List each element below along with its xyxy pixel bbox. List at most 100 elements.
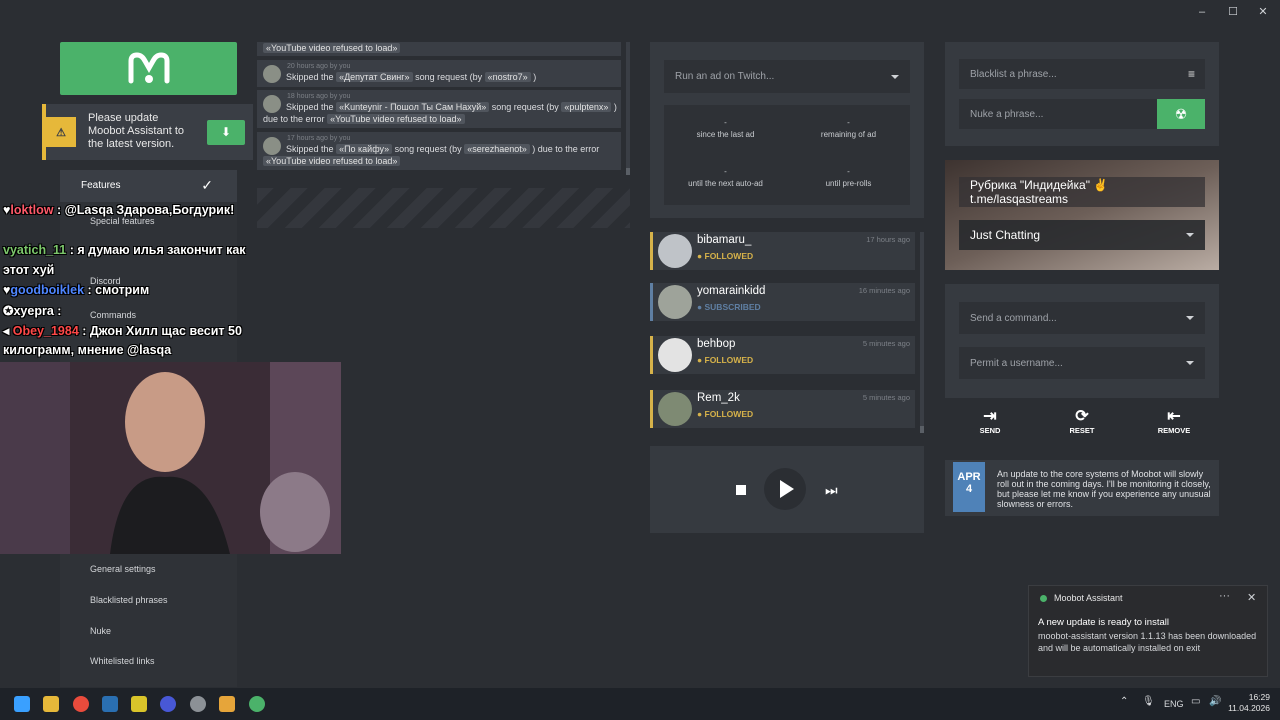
list-item: «YouTube video refused to load» [257, 42, 621, 56]
file-explorer-icon[interactable] [43, 696, 59, 712]
chevron-up-icon[interactable]: ⌃ [1120, 696, 1128, 707]
sign-out-icon: ⇤ [1167, 408, 1181, 425]
sidebar-item-special-features[interactable]: Special features [90, 216, 155, 226]
send-command-select[interactable]: Send a command... [959, 302, 1205, 334]
song-request-log: «YouTube video refused to load» 20 hours… [257, 42, 630, 175]
phrase-panel: Blacklist a phrase... ≡ Nuke a phrase...… [945, 42, 1219, 146]
avatar [263, 137, 281, 155]
close-window-button[interactable]: ✕ [1252, 4, 1274, 20]
list-item: 20 hours ago by you Skipped the «Депутат… [257, 60, 621, 87]
chat-username: goodboiklek [10, 283, 85, 297]
network-icon[interactable]: ▭ [1191, 696, 1200, 707]
language-indicator[interactable]: ENG [1164, 699, 1184, 709]
play-button[interactable] [764, 468, 806, 510]
event-username: yomarainkidd [697, 285, 766, 297]
update-notice: ⚠ Please update Moobot Assistant to the … [42, 104, 253, 160]
event-item[interactable]: behbop ● FOLLOWED 5 minutes ago [650, 336, 915, 374]
menu-icon[interactable]: ≡ [1188, 67, 1195, 81]
sidebar-item-nuke[interactable]: Nuke [90, 626, 111, 636]
chevron-down-icon [891, 74, 899, 79]
skip-icon[interactable]: ⏭ [825, 482, 838, 499]
chat-line: этот хуй [3, 263, 54, 277]
download-update-button[interactable]: ⬇ [207, 120, 245, 145]
chat-message: : @Lasqa Здарова,Богдурик! [53, 203, 235, 217]
clock-time: 16:29 [1248, 692, 1270, 702]
microphone-icon[interactable]: 🎙 [1142, 696, 1155, 707]
song-log-text: Skipped the «Kunteynir - Пошол Ты Сам На… [286, 102, 617, 112]
minimize-button[interactable]: – [1191, 4, 1213, 20]
sidebar-item-blacklisted-phrases[interactable]: Blacklisted phrases [90, 595, 168, 605]
remove-button[interactable]: ⇤ REMOVE [1149, 408, 1199, 435]
event-status: ● FOLLOWED [697, 251, 754, 261]
run-ad-placeholder: Run an ad on Twitch... [675, 71, 775, 82]
song-log-time: 20 hours ago by you [287, 63, 351, 70]
avatar [263, 95, 281, 113]
loading-stripes [257, 188, 630, 228]
event-feed-scrollbar-thumb[interactable] [920, 426, 924, 433]
reset-button[interactable]: ⟳ RESET [1057, 408, 1107, 435]
chrome-icon[interactable] [73, 696, 89, 712]
news-month: APR [957, 471, 981, 483]
avatar [658, 338, 692, 372]
close-icon[interactable]: ✕ [1247, 591, 1256, 604]
chat-line: ♥goodboiklek : смотрим [3, 283, 150, 297]
nuke-button[interactable]: ☢ [1157, 99, 1205, 129]
song-log-scrollbar[interactable] [626, 42, 630, 172]
command-placeholder: Send a command... [970, 312, 1057, 324]
obs-icon[interactable] [190, 696, 206, 712]
chevron-down-icon [1186, 316, 1194, 320]
nuke-placeholder: Nuke a phrase... [970, 108, 1044, 120]
chat-message: : [53, 304, 62, 318]
sidebar-item-commands[interactable]: Commands [90, 310, 136, 320]
reset-label: RESET [1069, 426, 1095, 435]
remove-label: REMOVE [1157, 426, 1191, 435]
event-item[interactable]: bibamaru_ ● FOLLOWED 17 hours ago [650, 232, 915, 270]
avatar [658, 392, 692, 426]
moobot-taskbar-icon[interactable] [249, 696, 265, 712]
send-button[interactable]: ⇥ SEND [965, 408, 1015, 435]
more-icon[interactable]: ··· [1219, 590, 1230, 602]
stream-title-field[interactable]: Рубрика "Индидейка" ✌ t.me/lasqastreams [959, 177, 1205, 207]
event-feed-scrollbar[interactable] [920, 232, 924, 432]
webcam-image [0, 362, 341, 554]
event-item[interactable]: Rem_2k ● FOLLOWED 5 minutes ago [650, 390, 915, 428]
steam-icon[interactable] [102, 696, 118, 712]
stream-category-select[interactable]: Just Chatting [959, 220, 1205, 250]
clock-date: 11.04.2026 [1228, 703, 1270, 713]
volume-icon[interactable]: 🔊 [1209, 696, 1221, 707]
taskbar: ⌃ 🎙 ENG ▭ 🔊 16:29 11.04.2026 [0, 688, 1280, 720]
refresh-icon: ⟳ [1075, 408, 1089, 425]
ads-panel: Run an ad on Twitch... - since the last a… [650, 42, 924, 218]
sidebar-item-features[interactable]: Features ✓ [60, 170, 237, 202]
chat-line: ♥loktlow : @Lasqa Здарова,Богдурик! [3, 203, 235, 217]
clock[interactable]: 16:29 11.04.2026 [1228, 692, 1270, 714]
event-username: bibamaru_ [697, 234, 752, 246]
song-log-text: Skipped the «По кайфу» song request (by … [286, 144, 600, 154]
stop-icon[interactable] [736, 485, 746, 495]
blacklist-input[interactable]: Blacklist a phrase... ≡ [959, 59, 1205, 89]
ad-stat: - until the next auto-ad [688, 167, 763, 188]
moobot-logo[interactable] [60, 42, 237, 95]
song-log-scrollbar-thumb[interactable] [626, 168, 630, 175]
ad-stat: - since the last ad [696, 118, 755, 139]
song-player: ⏭ [650, 446, 924, 533]
chat-username: Obey_1984 [12, 324, 79, 338]
winamp-icon[interactable] [219, 696, 235, 712]
warning-icon: ⚠ [46, 117, 76, 147]
song-log-text: due to the error «YouTube video refused … [263, 114, 465, 125]
event-item[interactable]: yomarainkidd ● SUBSCRIBED 16 minutes ago [650, 283, 915, 321]
blacklist-placeholder: Blacklist a phrase... [970, 68, 1057, 80]
checkmark-icon: ✓ [201, 177, 213, 193]
pause-app-icon[interactable] [131, 696, 147, 712]
sidebar-item-whitelisted-links[interactable]: Whitelisted links [90, 656, 155, 666]
media-app-icon[interactable] [160, 696, 176, 712]
run-ad-select[interactable]: Run an ad on Twitch... [664, 60, 910, 93]
permit-username-select[interactable]: Permit a username... [959, 347, 1205, 379]
maximize-button[interactable]: ☐ [1222, 4, 1244, 20]
news-text: An update to the core systems of Moobot … [997, 469, 1211, 509]
chat-message: : Джон Хилл щас весит 50 [78, 324, 242, 338]
sidebar-item-general-settings[interactable]: General settings [90, 564, 156, 574]
nuke-input[interactable]: Nuke a phrase... [959, 99, 1157, 129]
chat-line: vyatich_11 : я думаю илья закончит как [3, 243, 246, 257]
windows-start-icon[interactable] [14, 696, 30, 712]
